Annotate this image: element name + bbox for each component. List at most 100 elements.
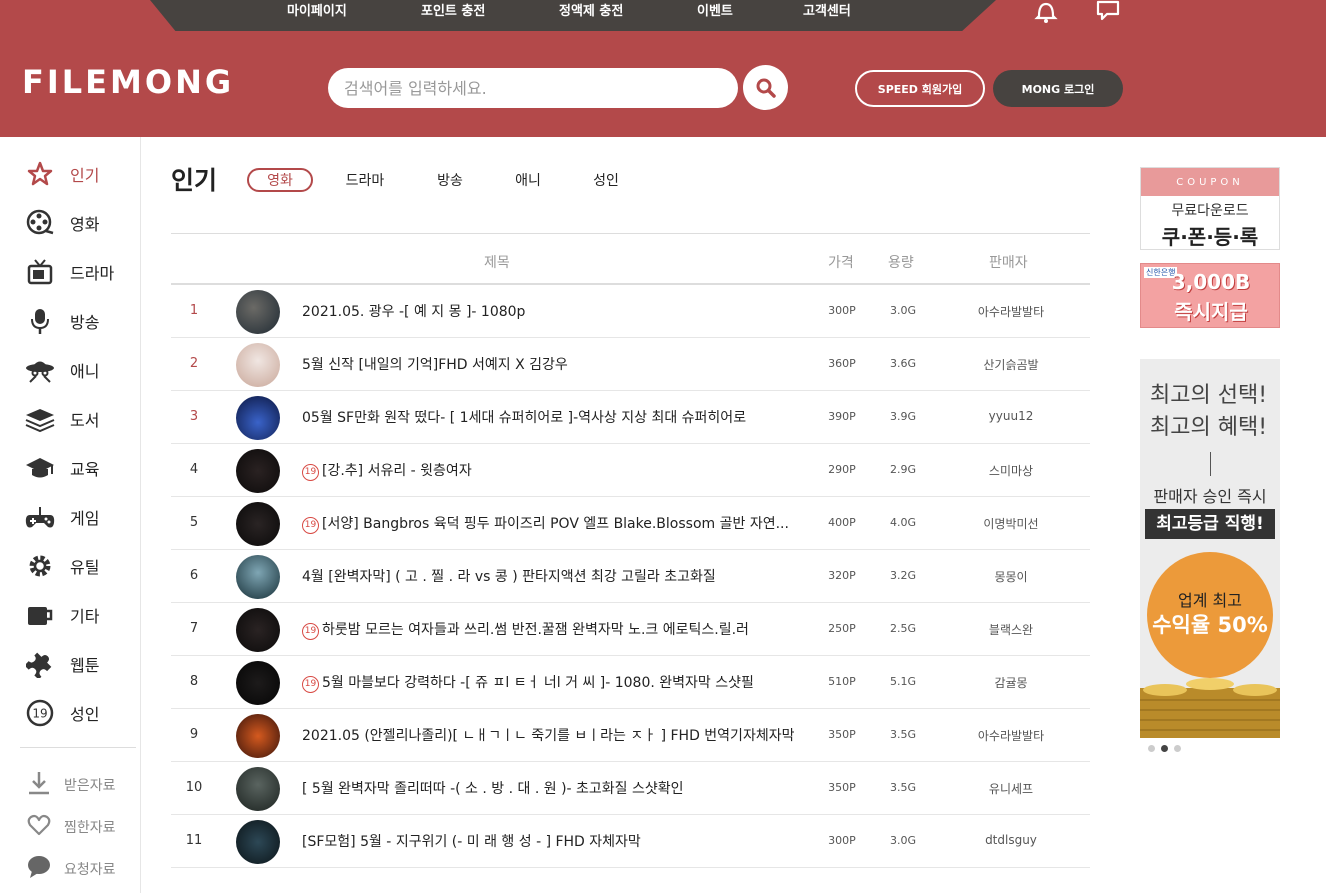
filemong-logo[interactable]: FILEMONG bbox=[22, 63, 234, 101]
sidebar-item-label: 도서 bbox=[70, 411, 100, 430]
row-thumbnail[interactable] bbox=[236, 449, 280, 493]
bank-banner[interactable]: 신한은행 3,000B 즉시지급 bbox=[1140, 263, 1280, 328]
row-title[interactable]: 2021.05 (안젤리나졸리)[ ㄴㅐㄱㅣㄴ 죽기를 ㅂㅣ라는 ㅈㅏ ] FH… bbox=[302, 725, 802, 745]
sidebar-item-webtoon[interactable]: 웹툰 bbox=[24, 649, 99, 679]
row-title[interactable]: [SF모험] 5월 - 지구위기 (- 미 래 행 성 - ] FHD 자체자막 bbox=[302, 831, 802, 851]
sidebar-item-books[interactable]: 도서 bbox=[24, 404, 99, 434]
sidebar-item-label: 영화 bbox=[70, 215, 100, 234]
table-row[interactable]: 2 5월 신작 [내일의 기억]FHD 서예지 X 김강우 360P 3.6G 산기슭곰… bbox=[171, 338, 1090, 391]
nav-fixed-charge[interactable]: 정액제 충전 bbox=[559, 0, 623, 20]
row-title[interactable]: 2021.05. 광우 -[ 예 지 몽 ]- 1080p bbox=[302, 301, 802, 321]
tab-broadcast[interactable]: 방송 bbox=[423, 168, 477, 192]
row-title-text: 하룻밤 모르는 여자들과 쓰리.썸 반전.꿀잼 완벽자막 노.크 에로틱스.릴.… bbox=[322, 622, 749, 638]
nav-event[interactable]: 이벤트 bbox=[697, 0, 733, 20]
row-title-text: [SF모험] 5월 - 지구위기 (- 미 래 행 성 - ] FHD 자체자막 bbox=[302, 834, 641, 850]
table-row[interactable]: 3 05월 SF만화 원작 떴다- [ 1세대 슈퍼히어로 ]-역사상 지상 최대… bbox=[171, 391, 1090, 444]
sidebar-item-label: 교육 bbox=[70, 460, 100, 479]
table-row[interactable]: 1 2021.05. 광우 -[ 예 지 몽 ]- 1080p 300P 3.0G 아수… bbox=[171, 285, 1090, 338]
tv-icon bbox=[24, 257, 56, 287]
sidebar-item-etc[interactable]: 기타 bbox=[24, 600, 99, 630]
tab-movie[interactable]: 영화 bbox=[247, 168, 313, 192]
sidebar-item-movie[interactable]: 영화 bbox=[24, 208, 99, 238]
table-row[interactable]: 7 19 하룻밤 모르는 여자들과 쓰리.썸 반전.꿀잼 완벽자막 노.크 에로틱스… bbox=[171, 603, 1090, 656]
carousel-dot-active[interactable] bbox=[1161, 745, 1168, 752]
row-title[interactable]: 19 하룻밤 모르는 여자들과 쓰리.썸 반전.꿀잼 완벽자막 노.크 에로틱스.… bbox=[302, 619, 802, 640]
row-title[interactable]: 5월 신작 [내일의 기억]FHD 서예지 X 김강우 bbox=[302, 354, 802, 374]
table-row[interactable]: 9 2021.05 (안젤리나졸리)[ ㄴㅐㄱㅣㄴ 죽기를 ㅂㅣ라는 ㅈㅏ ] F… bbox=[171, 709, 1090, 762]
sidebar-item-favorites[interactable]: 찜한자료 bbox=[26, 813, 116, 841]
seller-promo-banner[interactable]: 최고의 선택! 최고의 혜택! 판매자 승인 즉시 최고등급 직행! 업계 최고… bbox=[1140, 359, 1280, 738]
star-icon bbox=[24, 159, 56, 189]
row-rank: 6 bbox=[189, 568, 199, 583]
row-title[interactable]: 19 5월 마블보다 강력하다 -[ 쥬 ㅍl ㅌㅓ 너l 거 씨 ]- 1080… bbox=[302, 672, 802, 693]
table-row[interactable]: 5 19 [서양] Bangbros 육덕 핑두 파이즈리 POV 엘프 Blake… bbox=[171, 497, 1090, 550]
row-seller: dtdlsguy bbox=[985, 833, 1037, 847]
row-price: 400P bbox=[828, 516, 856, 529]
row-thumbnail[interactable] bbox=[236, 396, 280, 440]
table-row[interactable]: 8 19 5월 마블보다 강력하다 -[ 쥬 ㅍl ㅌㅓ 너l 거 씨 ]- 108… bbox=[171, 656, 1090, 709]
row-thumbnail[interactable] bbox=[236, 290, 280, 334]
sidebar-item-education[interactable]: 교육 bbox=[24, 453, 99, 483]
tab-anime[interactable]: 애니 bbox=[501, 168, 555, 192]
nav-mypage[interactable]: 마이페이지 bbox=[287, 0, 347, 20]
row-title[interactable]: 4월 [완벽자막] ( 고 . 찔 . 라 vs 콩 ) 판타지액션 최강 고릴… bbox=[302, 566, 802, 586]
row-size: 3.9G bbox=[889, 410, 917, 423]
tab-adult[interactable]: 성인 bbox=[579, 168, 633, 192]
sidebar-item-downloaded[interactable]: 받은자료 bbox=[26, 771, 116, 799]
search-button[interactable] bbox=[743, 65, 788, 110]
table-row[interactable]: 10 [ 5월 완벽자막 졸리떠따 -( 소 . 방 . 대 . 원 )- 초고화… bbox=[171, 762, 1090, 815]
row-thumbnail[interactable] bbox=[236, 608, 280, 652]
table-row[interactable]: 4 19 [강.추] 서유리 - 윗층여자 290P 2.9G 스미마상 bbox=[171, 444, 1090, 497]
row-rank: 2 bbox=[189, 356, 199, 371]
chat-icon[interactable] bbox=[1095, 0, 1121, 24]
row-thumbnail[interactable] bbox=[236, 661, 280, 705]
promo-circle-line2: 수익율 50% bbox=[1152, 613, 1268, 637]
row-price: 350P bbox=[828, 728, 856, 741]
row-title[interactable]: 19 [강.추] 서유리 - 윗층여자 bbox=[302, 460, 802, 481]
table-row[interactable]: 6 4월 [완벽자막] ( 고 . 찔 . 라 vs 콩 ) 판타지액션 최강 고… bbox=[171, 550, 1090, 603]
download-icon bbox=[26, 770, 52, 800]
coupon-banner[interactable]: COUPON 무료다운로드 쿠·폰·등·록 bbox=[1140, 167, 1280, 250]
row-title-text: 5월 신작 [내일의 기억]FHD 서예지 X 김강우 bbox=[302, 357, 568, 373]
promo-line4: 최고등급 직행! bbox=[1145, 509, 1275, 539]
gamepad-icon bbox=[24, 502, 56, 532]
promo-circle-line1: 업계 최고 bbox=[1178, 591, 1242, 610]
nav-customer-center[interactable]: 고객센터 bbox=[803, 0, 851, 20]
tab-drama[interactable]: 드라마 bbox=[334, 168, 396, 192]
sidebar-item-label: 인기 bbox=[70, 166, 100, 185]
table-row[interactable]: 11 [SF모험] 5월 - 지구위기 (- 미 래 행 성 - ] FHD 자체… bbox=[171, 815, 1090, 868]
sidebar-item-game[interactable]: 게임 bbox=[24, 502, 99, 532]
row-rank: 8 bbox=[189, 674, 199, 689]
row-thumbnail[interactable] bbox=[236, 343, 280, 387]
carousel-dot[interactable] bbox=[1174, 745, 1181, 752]
adult-19-icon: 19 bbox=[302, 517, 319, 534]
speed-join-button[interactable]: SPEED 회원가입 bbox=[855, 70, 985, 107]
sidebar-item-utility[interactable]: 유틸 bbox=[24, 551, 99, 581]
mong-login-button[interactable]: MONG 로그인 bbox=[993, 70, 1123, 107]
row-title[interactable]: [ 5월 완벽자막 졸리떠따 -( 소 . 방 . 대 . 원 )- 초고화질 … bbox=[302, 778, 802, 798]
row-thumbnail[interactable] bbox=[236, 767, 280, 811]
row-title-text: [ 5월 완벽자막 졸리떠따 -( 소 . 방 . 대 . 원 )- 초고화질 … bbox=[302, 781, 684, 797]
row-thumbnail[interactable] bbox=[236, 502, 280, 546]
row-thumbnail[interactable] bbox=[236, 820, 280, 864]
sidebar-item-broadcast[interactable]: 방송 bbox=[24, 306, 99, 336]
sidebar-item-requests[interactable]: 요청자료 bbox=[26, 855, 116, 883]
nav-point-charge[interactable]: 포인트 충전 bbox=[421, 0, 485, 20]
row-title[interactable]: 19 [서양] Bangbros 육덕 핑두 파이즈리 POV 엘프 Blake.… bbox=[302, 513, 802, 534]
sidebar-item-anime[interactable]: 애니 bbox=[24, 355, 99, 385]
sidebar-item-drama[interactable]: 드라마 bbox=[24, 257, 114, 287]
row-thumbnail[interactable] bbox=[236, 555, 280, 599]
col-price: 가격 bbox=[828, 255, 854, 271]
row-seller: 감귤몽 bbox=[994, 676, 1028, 690]
carousel-dot[interactable] bbox=[1148, 745, 1155, 752]
bell-icon[interactable] bbox=[1033, 0, 1059, 24]
row-seller: 산기슭곰발 bbox=[983, 358, 1039, 372]
row-thumbnail[interactable] bbox=[236, 714, 280, 758]
row-size: 3.6G bbox=[889, 357, 917, 370]
row-seller: 유니세프 bbox=[988, 782, 1034, 796]
row-title[interactable]: 05월 SF만화 원작 떴다- [ 1세대 슈퍼히어로 ]-역사상 지상 최대 … bbox=[302, 407, 802, 427]
row-title-text: 05월 SF만화 원작 떴다- [ 1세대 슈퍼히어로 ]-역사상 지상 최대 … bbox=[302, 410, 747, 426]
sidebar-item-adult[interactable]: 19 성인 bbox=[24, 698, 99, 728]
search-input[interactable] bbox=[328, 68, 738, 108]
sidebar-item-popular[interactable]: 인기 bbox=[24, 159, 99, 189]
